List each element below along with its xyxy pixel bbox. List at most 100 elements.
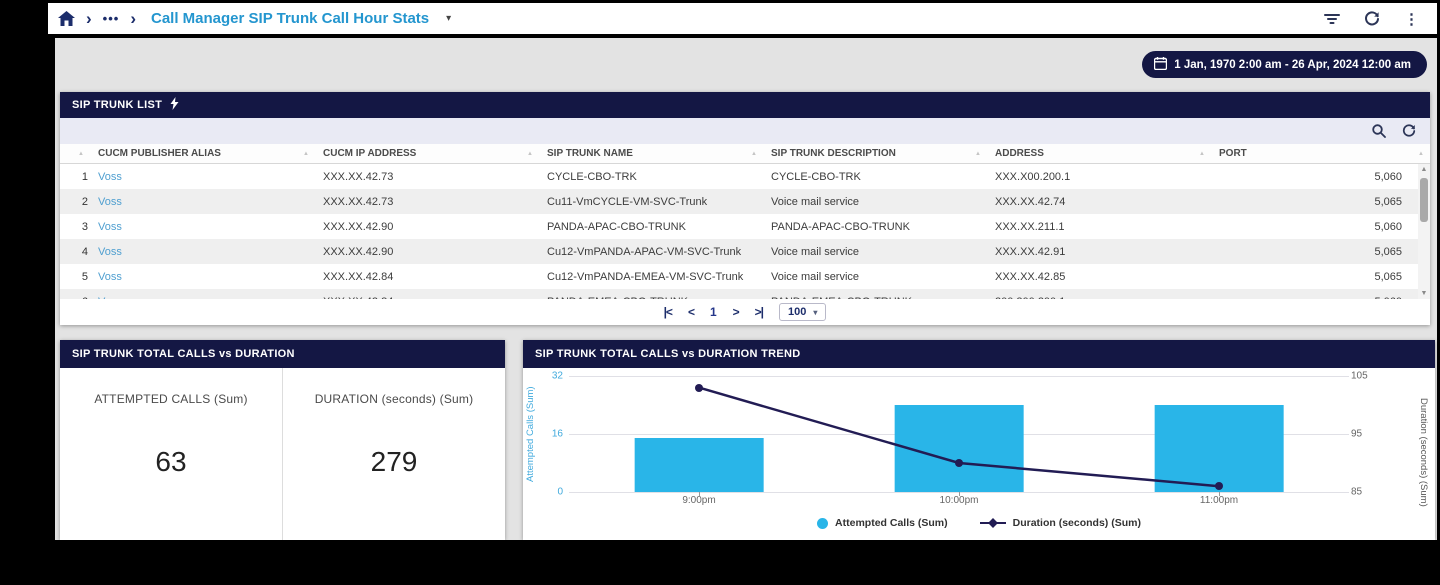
scrollbar-thumb[interactable] bbox=[1420, 178, 1428, 222]
chart-legend: Attempted Calls (Sum) Duration (seconds) … bbox=[523, 517, 1435, 529]
metric-label: DURATION (seconds) (Sum) bbox=[283, 392, 505, 406]
scroll-up-icon[interactable]: ▲ bbox=[1418, 166, 1430, 173]
column-header-index[interactable]: ▲ bbox=[60, 151, 90, 157]
port-cell: 5,060 bbox=[1211, 296, 1430, 300]
date-range-picker[interactable]: 1 Jan, 1970 2:00 am - 26 Apr, 2024 12:00… bbox=[1142, 51, 1427, 78]
first-page-button[interactable]: |< bbox=[664, 305, 672, 319]
alias-link[interactable]: Voss bbox=[98, 171, 122, 183]
legend-line-icon bbox=[980, 522, 1006, 524]
pagination: |< < 1 > >| 100 ▾ bbox=[60, 299, 1430, 325]
alias-link[interactable]: Voss bbox=[98, 221, 122, 233]
breadcrumb-chevron-icon: › bbox=[86, 10, 92, 27]
last-page-button[interactable]: >| bbox=[755, 305, 763, 319]
toolbar-actions: ⋮ bbox=[1324, 10, 1427, 28]
sip-trunk-name-cell: Cu12-VmPANDA-EMEA-VM-SVC-Trunk bbox=[539, 271, 763, 283]
cucm-ip-cell: XXX.XX.42.73 bbox=[315, 171, 539, 183]
table-header-row: ▲CUCM PUBLISHER ALIAS▲CUCM IP ADDRESS▲SI… bbox=[60, 144, 1430, 164]
alias-link[interactable]: Voss bbox=[98, 196, 122, 208]
trend-chart-panel: SIP TRUNK TOTAL CALLS vs DURATION TREND … bbox=[523, 340, 1435, 540]
line-point[interactable] bbox=[955, 459, 963, 467]
right-tick-label: 95 bbox=[1351, 429, 1362, 440]
prev-page-button[interactable]: < bbox=[688, 305, 694, 319]
sort-caret-icon: ▲ bbox=[78, 151, 84, 157]
search-icon[interactable] bbox=[1372, 124, 1386, 138]
page-size-select[interactable]: 100 ▾ bbox=[779, 303, 826, 321]
address-cell: XXX.XX.42.91 bbox=[987, 246, 1211, 258]
legend-label: Duration (seconds) (Sum) bbox=[1013, 517, 1141, 529]
port-cell: 5,060 bbox=[1211, 171, 1430, 183]
row-index: 6 bbox=[60, 296, 90, 300]
alias-link[interactable]: Voss bbox=[98, 271, 122, 283]
address-cell: 200.200.200.1 bbox=[987, 296, 1211, 300]
cucm-ip-cell: XXX.XX.42.90 bbox=[315, 246, 539, 258]
sort-caret-icon: ▲ bbox=[527, 151, 533, 157]
kebab-menu-icon[interactable]: ⋮ bbox=[1404, 10, 1419, 28]
right-axis-title: Duration (seconds) (Sum) bbox=[1403, 370, 1429, 534]
table-row[interactable]: 5 Voss XXX.XX.42.84Cu12-VmPANDA-EMEA-VM-SV… bbox=[60, 264, 1430, 289]
left-tick-label: 32 bbox=[552, 371, 563, 382]
table-row[interactable]: 6VossXXX.XX.42.84PANDA-EMEA-CBO-TRUNKPAN… bbox=[60, 289, 1430, 299]
table-row[interactable]: 1VossXXX.XX.42.73CYCLE-CBO-TRKCYCLE-CBO-… bbox=[60, 164, 1430, 189]
refresh-icon[interactable] bbox=[1364, 11, 1380, 27]
row-index: 4 bbox=[60, 246, 90, 258]
cucm-publisher-alias-cell: Voss bbox=[90, 246, 315, 258]
table-row[interactable]: 4 Voss XXX.XX.42.90Cu12-VmPANDA-APAC-VM-SV… bbox=[60, 239, 1430, 264]
chart-body: Attempted Calls (Sum) 01632 8595105 Dura… bbox=[523, 368, 1435, 540]
right-tick-label: 85 bbox=[1351, 487, 1362, 498]
sip-trunk-name-cell: PANDA-APAC-CBO-TRUNK bbox=[539, 221, 763, 233]
home-icon[interactable] bbox=[58, 11, 75, 26]
cucm-ip-cell: XXX.XX.42.73 bbox=[315, 196, 539, 208]
title-dropdown-caret-icon[interactable]: ▾ bbox=[446, 13, 451, 24]
legend-item[interactable]: Attempted Calls (Sum) bbox=[817, 517, 948, 529]
cucm-publisher-alias-cell: Voss bbox=[90, 296, 315, 300]
left-axis-ticks: 01632 bbox=[535, 376, 563, 492]
column-header-label: SIP TRUNK DESCRIPTION bbox=[771, 148, 896, 159]
left-tick-label: 16 bbox=[552, 429, 563, 440]
alias-link[interactable]: Voss bbox=[98, 246, 122, 258]
next-page-button[interactable]: > bbox=[733, 305, 739, 319]
chevron-down-icon: ▾ bbox=[813, 308, 817, 317]
sip-trunk-list-panel: SIP TRUNK LIST ▲CUCM PUBLISHER ALIAS▲CUC… bbox=[60, 92, 1430, 325]
line-point[interactable] bbox=[695, 384, 703, 392]
column-header-label: ADDRESS bbox=[995, 148, 1044, 159]
alias-link[interactable]: Voss bbox=[98, 296, 122, 300]
page-title: Call Manager SIP Trunk Call Hour Stats bbox=[151, 10, 429, 27]
address-cell: XXX.XX.42.85 bbox=[987, 271, 1211, 283]
column-header[interactable]: CUCM IP ADDRESS ▲ bbox=[315, 148, 539, 159]
filter-icon[interactable] bbox=[1324, 13, 1340, 25]
breadcrumb-ellipsis[interactable]: ••• bbox=[103, 11, 120, 26]
legend-item[interactable]: Duration (seconds) (Sum) bbox=[980, 517, 1141, 529]
totals-body: ATTEMPTED CALLS (Sum) 63 DURATION (secon… bbox=[60, 368, 505, 540]
table-row[interactable]: 2VossXXX.XX.42.73Cu11-VmCYCLE-VM-SVC-Tru… bbox=[60, 189, 1430, 214]
column-header[interactable]: PORT▲ bbox=[1211, 148, 1430, 159]
sip-trunk-name-cell: Cu12-VmPANDA-APAC-VM-SVC-Trunk bbox=[539, 246, 763, 258]
sip-trunk-name-cell: PANDA-EMEA-CBO-TRUNK bbox=[539, 296, 763, 300]
scroll-down-icon[interactable]: ▼ bbox=[1418, 290, 1430, 297]
panel-title: SIP TRUNK LIST bbox=[72, 99, 162, 111]
table-row[interactable]: 3VossXXX.XX.42.90PANDA-APAC-CBO-TRUNKPAN… bbox=[60, 214, 1430, 239]
lightning-bolt-icon[interactable] bbox=[170, 97, 179, 113]
port-cell: 5,060 bbox=[1211, 221, 1430, 233]
column-header-label: CUCM IP ADDRESS bbox=[323, 148, 416, 159]
cucm-ip-cell: XXX.XX.42.84 bbox=[315, 271, 539, 283]
table-scrollbar[interactable]: ▲ ▼ bbox=[1418, 164, 1430, 299]
line-point[interactable] bbox=[1215, 482, 1223, 490]
table-refresh-icon[interactable] bbox=[1402, 124, 1416, 138]
sip-trunk-description-cell: PANDA-APAC-CBO-TRUNK bbox=[763, 221, 987, 233]
attempted-calls-metric: ATTEMPTED CALLS (Sum) 63 bbox=[60, 368, 283, 540]
column-header[interactable]: SIP TRUNK NAME▲ bbox=[539, 148, 763, 159]
cucm-ip-cell: XXX.XX.42.90 bbox=[315, 221, 539, 233]
port-cell: 5,065 bbox=[1211, 196, 1430, 208]
breadcrumb-chevron-icon: › bbox=[130, 10, 136, 27]
row-index: 5 bbox=[60, 271, 90, 283]
sort-caret-icon: ▲ bbox=[1418, 151, 1424, 157]
calendar-icon bbox=[1154, 57, 1167, 73]
column-header[interactable]: ADDRESS▲ bbox=[987, 148, 1211, 159]
column-header[interactable]: CUCM PUBLISHER ALIAS▲ bbox=[90, 148, 315, 159]
port-cell: 5,065 bbox=[1211, 246, 1430, 258]
sort-caret-icon: ▲ bbox=[303, 151, 309, 157]
sip-trunk-list-header: SIP TRUNK LIST bbox=[60, 92, 1430, 118]
sort-caret-icon: ▲ bbox=[751, 151, 757, 157]
panel-title: SIP TRUNK TOTAL CALLS vs DURATION TREND bbox=[535, 348, 801, 360]
column-header[interactable]: SIP TRUNK DESCRIPTION▲ bbox=[763, 148, 987, 159]
